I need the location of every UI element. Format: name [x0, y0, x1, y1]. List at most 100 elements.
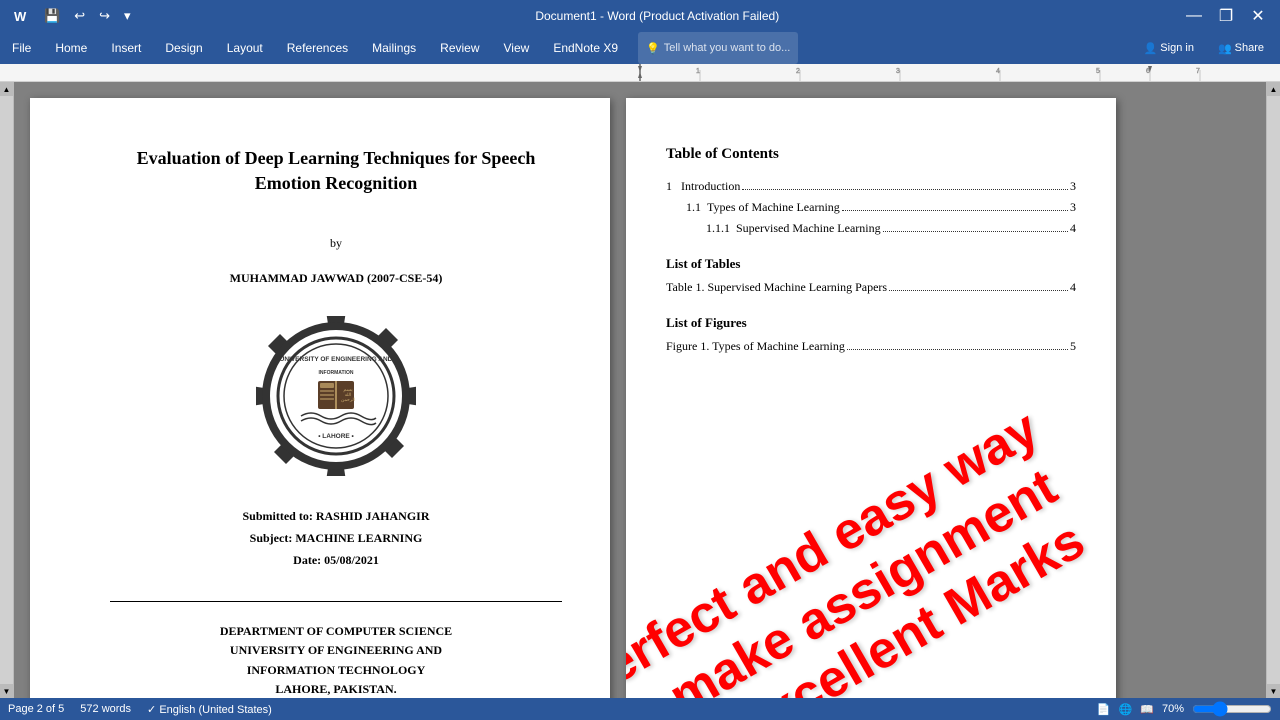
restore-button[interactable]: ❐ [1212, 2, 1240, 30]
figure-page-1: 5 [1070, 339, 1076, 354]
date-value: 05/08/2021 [324, 553, 379, 567]
tab-file[interactable]: File [0, 32, 43, 64]
title-bar: W 💾 ↩ ↪ ▾ Document1 - Word (Product Acti… [0, 0, 1280, 32]
svg-text:3: 3 [896, 68, 900, 75]
table-dots-1 [889, 290, 1068, 291]
customize-qat-button[interactable]: ▾ [120, 6, 135, 26]
person-icon: 👤 [1144, 42, 1158, 55]
watermark-line3: Get Excellent Marks [626, 484, 1116, 698]
department-info: DEPARTMENT OF COMPUTER SCIENCE UNIVERSIT… [110, 622, 562, 698]
toc-num-1-1-1: 1.1.1 Supervised Machine Learning [706, 221, 881, 236]
lightbulb-icon: 💡 [646, 42, 660, 55]
subject-label: Subject: [250, 531, 293, 545]
scroll-up[interactable]: ▲ [0, 82, 14, 96]
left-scroll: ▲ ▼ [0, 82, 14, 698]
tab-view[interactable]: View [492, 32, 542, 64]
vscroll-down[interactable]: ▼ [1267, 684, 1280, 698]
table-entry-1: Table 1. Supervised Machine Learning Pap… [666, 280, 1076, 295]
svg-text:UNIVERSITY OF ENGINEERING AND: UNIVERSITY OF ENGINEERING AND [280, 356, 393, 363]
title-bar-left: W 💾 ↩ ↪ ▾ [8, 5, 135, 27]
search-placeholder: Tell what you want to do... [664, 42, 791, 54]
tab-references[interactable]: References [275, 32, 360, 64]
page-info: Page 2 of 5 [8, 703, 64, 715]
tab-insert[interactable]: Insert [99, 32, 153, 64]
close-button[interactable]: ✕ [1244, 2, 1272, 30]
list-figures-heading: List of Figures [666, 315, 1076, 331]
svg-text:7: 7 [1196, 68, 1200, 75]
ribbon: File Home Insert Design Layout Reference… [0, 32, 1280, 64]
toc-page-1-1-1: 4 [1070, 221, 1076, 236]
undo-button[interactable]: ↩ [70, 6, 89, 26]
word-icon[interactable]: W [8, 5, 34, 27]
right-scroll: ▲ ▼ [1266, 82, 1280, 698]
toc-heading: Table of Contents [666, 146, 1076, 163]
toc-entry-1: 1 Introduction 3 [666, 179, 1076, 194]
title-bar-title: Document1 - Word (Product Activation Fai… [135, 9, 1180, 23]
watermark-line2: to make assignment [626, 432, 1111, 698]
tab-mailings[interactable]: Mailings [360, 32, 428, 64]
tab-design[interactable]: Design [153, 32, 214, 64]
toc-page-1: 3 [1070, 179, 1076, 194]
share-icon: 👥 [1218, 42, 1232, 55]
view-web-button[interactable]: 🌐 [1119, 703, 1133, 716]
toc-entry-1-1-1: 1.1.1 Supervised Machine Learning 4 [706, 221, 1076, 236]
share-label: Share [1235, 42, 1264, 54]
tab-review[interactable]: Review [428, 32, 491, 64]
tab-home[interactable]: Home [43, 32, 99, 64]
by-text: by [110, 236, 562, 251]
title-bar-controls: — ❐ ✕ [1180, 2, 1272, 30]
vscroll-up[interactable]: ▲ [1267, 82, 1280, 96]
svg-text:INFORMATION: INFORMATION [319, 370, 354, 376]
zoom-level: 70% [1162, 703, 1184, 715]
page-divider [110, 601, 562, 602]
city-name: LAHORE, PAKISTAN. [110, 680, 562, 698]
zoom-slider[interactable] [1192, 701, 1272, 717]
word-count: 572 words [80, 703, 131, 715]
save-qat-button[interactable]: 💾 [40, 6, 64, 26]
view-print-button[interactable]: 📄 [1097, 703, 1111, 716]
minimize-button[interactable]: — [1180, 2, 1208, 30]
submitted-value: RASHID JAHANGIR [316, 509, 430, 523]
status-right: 📄 🌐 📖 70% [1097, 701, 1272, 717]
redo-button[interactable]: ↪ [95, 6, 114, 26]
spell-check-icon: ✓ [147, 704, 156, 716]
tab-endnote[interactable]: EndNote X9 [541, 32, 630, 64]
toc-dots-1 [742, 189, 1068, 190]
view-read-button[interactable]: 📖 [1140, 703, 1154, 716]
toc-dots-1-1 [842, 210, 1068, 211]
search-box[interactable]: 💡 Tell what you want to do... [638, 32, 798, 64]
submission-info: Submitted to: RASHID JAHANGIR Subject: M… [110, 506, 562, 571]
date-label: Date: [293, 553, 321, 567]
university-name1: UNIVERSITY OF ENGINEERING AND [110, 641, 562, 660]
document-title: Document1 - Word (Product Activation Fai… [535, 9, 779, 23]
sign-in-button[interactable]: 👤 Sign in [1136, 39, 1202, 58]
university-logo: UNIVERSITY OF ENGINEERING AND • LAHORE •… [256, 316, 416, 476]
svg-text:• LAHORE •: • LAHORE • [318, 433, 354, 440]
share-button[interactable]: 👥 Share [1210, 39, 1272, 58]
language-indicator: ✓ English (United States) [147, 703, 272, 716]
scroll-down[interactable]: ▼ [0, 684, 14, 698]
list-figures-section: List of Figures Figure 1. Types of Machi… [666, 315, 1076, 354]
ruler: 1 2 3 4 5 6 7 [0, 64, 1280, 82]
figure-label-1: Figure 1. Types of Machine Learning [666, 339, 845, 354]
svg-text:4: 4 [996, 68, 1000, 75]
toc-page: Table of Contents 1 Introduction 3 1.1 T… [626, 98, 1116, 698]
figure-dots-1 [847, 349, 1068, 350]
svg-text:5: 5 [1096, 68, 1100, 75]
toc-entry-1-1: 1.1 Types of Machine Learning 3 [686, 200, 1076, 215]
svg-text:1: 1 [696, 68, 700, 75]
list-tables-section: List of Tables Table 1. Supervised Machi… [666, 256, 1076, 295]
toc-dots-1-1-1 [883, 231, 1068, 232]
language-text: English (United States) [159, 704, 272, 716]
tab-layout[interactable]: Layout [215, 32, 275, 64]
figure-entry-1: Figure 1. Types of Machine Learning 5 [666, 339, 1076, 354]
svg-text:W: W [14, 9, 27, 24]
ruler-area: 1 2 3 4 5 6 7 [0, 64, 1280, 81]
dept-name: DEPARTMENT OF COMPUTER SCIENCE [110, 622, 562, 641]
document-title-text: Evaluation of Deep Learning Techniques f… [110, 146, 562, 196]
toc-num-1: 1 Introduction [666, 179, 740, 194]
table-label-1: Table 1. Supervised Machine Learning Pap… [666, 280, 887, 295]
ribbon-right: 👤 Sign in 👥 Share [1136, 32, 1280, 64]
main-container: ▲ ▼ Evaluation of Deep Learning Techniqu… [0, 82, 1280, 698]
status-bar: Page 2 of 5 572 words ✓ English (United … [0, 698, 1280, 720]
